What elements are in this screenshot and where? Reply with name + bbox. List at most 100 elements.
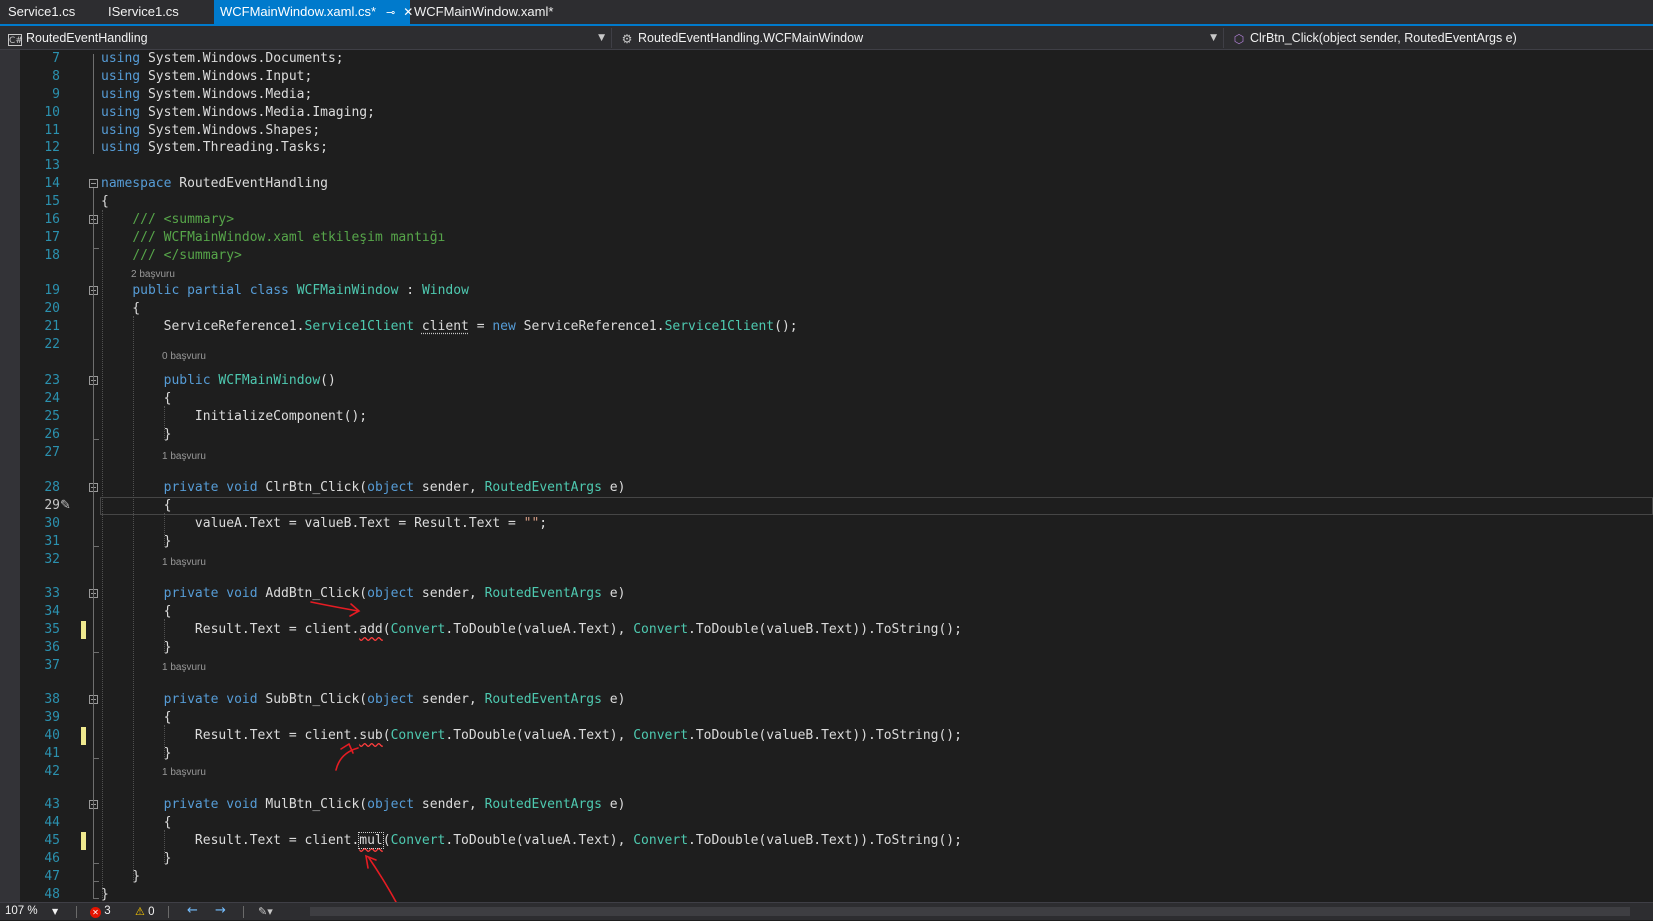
code-text: } bbox=[101, 868, 140, 886]
codelens-references[interactable]: 1 başvuru bbox=[162, 766, 206, 780]
type-dropdown[interactable]: ⚙ RoutedEventHandling.WCFMainWindow ▼ bbox=[614, 28, 1224, 48]
horizontal-scrollbar[interactable] bbox=[310, 907, 1630, 916]
code-text: /// <summary> bbox=[101, 211, 234, 229]
code-line[interactable]: 45 Result.Text = client.mul(Convert.ToDo… bbox=[0, 832, 1653, 850]
code-line[interactable]: 26 } bbox=[0, 426, 1653, 444]
warning-count[interactable]: ⚠ 0 bbox=[135, 903, 154, 921]
code-line[interactable]: 28 private void ClrBtn_Click(object send… bbox=[0, 479, 1653, 497]
codelens-references[interactable]: 2 başvuru bbox=[131, 268, 175, 282]
tab-wcfmainwindow-xaml[interactable]: WCFMainWindow.xaml* bbox=[408, 0, 559, 24]
tab-wcfmainwindow-xaml-cs[interactable]: WCFMainWindow.xaml.cs* ⊸ ✕ bbox=[214, 0, 413, 24]
code-token: = bbox=[468, 319, 493, 334]
codelens-references[interactable]: 1 başvuru bbox=[162, 450, 206, 464]
code-line[interactable]: 34 { bbox=[0, 603, 1653, 621]
code-line[interactable]: 31 } bbox=[0, 533, 1653, 551]
code-line[interactable]: 44 { bbox=[0, 814, 1653, 832]
line-number: 36 bbox=[44, 640, 60, 655]
code-line[interactable]: 48} bbox=[0, 886, 1653, 902]
codelens-references[interactable]: 1 başvuru bbox=[162, 556, 206, 570]
code-text: Result.Text = client.sub(Convert.ToDoubl… bbox=[101, 727, 962, 745]
navigate-forward-icon[interactable]: → bbox=[215, 902, 226, 919]
outline-bracket bbox=[93, 492, 94, 546]
code-line[interactable]: 21 ServiceReference1.Service1Client clie… bbox=[0, 318, 1653, 336]
line-number: 28 bbox=[44, 480, 60, 495]
code-cleanup-icon[interactable]: ✎▾ bbox=[258, 903, 273, 920]
code-line[interactable]: 20 { bbox=[0, 300, 1653, 318]
code-line[interactable]: 40 Result.Text = client.sub(Convert.ToDo… bbox=[0, 727, 1653, 745]
code-line[interactable]: 16 /// <summary> bbox=[0, 211, 1653, 229]
tab-label: IService1.cs bbox=[108, 4, 179, 19]
line-number: 16 bbox=[44, 212, 60, 227]
tab-service1-cs[interactable]: Service1.cs bbox=[2, 0, 81, 24]
code-line[interactable]: 39 { bbox=[0, 709, 1653, 727]
code-line[interactable]: 47 } bbox=[0, 868, 1653, 886]
code-line[interactable]: 38 private void SubBtn_Click(object send… bbox=[0, 691, 1653, 709]
code-line[interactable]: 14 namespace RoutedEventHandling bbox=[0, 175, 1653, 193]
code-line[interactable]: 41 } bbox=[0, 745, 1653, 763]
tab-iservice1-cs[interactable]: IService1.cs bbox=[102, 0, 185, 24]
error-count-value: 3 bbox=[104, 905, 111, 917]
code-token: public bbox=[163, 373, 211, 388]
outline-bracket bbox=[93, 385, 94, 439]
code-line[interactable]: 46 } bbox=[0, 850, 1653, 868]
code-token: e) bbox=[601, 586, 626, 601]
code-text: namespace RoutedEventHandling bbox=[101, 175, 328, 193]
code-editor[interactable]: 7 using System.Windows.Documents; 8 using S… bbox=[0, 50, 1653, 902]
code-line[interactable]: 23 public WCFMainWindow() bbox=[0, 372, 1653, 390]
code-line[interactable]: 36 } bbox=[0, 639, 1653, 657]
code-line[interactable]: 13 bbox=[0, 157, 1653, 175]
code-line[interactable]: 9 using System.Windows.Media; bbox=[0, 86, 1653, 104]
code-line[interactable]: 25 InitializeComponent(); bbox=[0, 408, 1653, 426]
code-token: : bbox=[398, 283, 422, 298]
tab-label: Service1.cs bbox=[8, 4, 76, 19]
code-token: mul bbox=[358, 832, 384, 849]
navigate-back-icon[interactable]: ← bbox=[187, 902, 198, 919]
code-line[interactable]: 29 ✎ { bbox=[0, 497, 1653, 515]
code-token: object bbox=[367, 797, 415, 812]
collapse-outline-icon[interactable] bbox=[89, 179, 98, 188]
code-line[interactable]: 24 { bbox=[0, 390, 1653, 408]
code-token: private bbox=[163, 586, 219, 601]
zoom-level[interactable]: 107 % bbox=[5, 903, 38, 920]
code-line[interactable]: 8 using System.Windows.Input; bbox=[0, 68, 1653, 86]
code-line[interactable]: 22 bbox=[0, 336, 1653, 354]
code-line[interactable]: 12 using System.Threading.Tasks; bbox=[0, 139, 1653, 157]
outline-bracket-end bbox=[93, 546, 99, 547]
code-line[interactable]: 19 public partial class WCFMainWindow : … bbox=[0, 282, 1653, 300]
project-dropdown[interactable]: C# RoutedEventHandling ▼ bbox=[2, 28, 612, 48]
code-line[interactable]: 37 bbox=[0, 657, 1653, 675]
code-line[interactable]: 11 using System.Windows.Shapes; bbox=[0, 122, 1653, 140]
pin-icon[interactable]: ⊸ bbox=[386, 7, 395, 19]
code-line[interactable]: 43 private void MulBtn_Click(object send… bbox=[0, 796, 1653, 814]
code-token: RoutedEventArgs bbox=[484, 692, 602, 707]
code-text: using System.Windows.Documents; bbox=[101, 50, 344, 68]
code-token: Convert bbox=[633, 622, 689, 637]
line-number: 46 bbox=[44, 851, 60, 866]
code-token: RoutedEventHandling bbox=[171, 176, 328, 191]
code-line[interactable]: 32 bbox=[0, 551, 1653, 569]
code-line[interactable]: 33 private void AddBtn_Click(object send… bbox=[0, 585, 1653, 603]
codelens-references[interactable]: 1 başvuru bbox=[162, 661, 206, 675]
code-line[interactable]: 35 Result.Text = client.add(Convert.ToDo… bbox=[0, 621, 1653, 639]
error-count[interactable]: ✕ 3 bbox=[90, 903, 111, 920]
code-line[interactable]: 17 /// WCFMainWindow.xaml etkileşim mant… bbox=[0, 229, 1653, 247]
member-dropdown[interactable]: ⬡ ClrBtn_Click(object sender, RoutedEvent… bbox=[1226, 28, 1651, 48]
code-line[interactable]: 18 /// </summary> bbox=[0, 247, 1653, 265]
code-line[interactable]: 27 bbox=[0, 444, 1653, 462]
code-line[interactable]: 7 using System.Windows.Documents; bbox=[0, 50, 1653, 68]
codelens-references[interactable]: 0 başvuru bbox=[162, 350, 206, 364]
code-line[interactable]: 15 { bbox=[0, 193, 1653, 211]
chevron-down-icon[interactable]: ▼ bbox=[52, 903, 58, 920]
quick-actions-icon[interactable]: ✎ bbox=[60, 497, 78, 515]
code-line[interactable]: 30 valueA.Text = valueB.Text = Result.Te… bbox=[0, 515, 1653, 533]
line-number: 33 bbox=[44, 586, 60, 601]
divider bbox=[243, 906, 244, 918]
code-token: object bbox=[367, 692, 415, 707]
code-line[interactable]: 10 using System.Windows.Media.Imaging; bbox=[0, 104, 1653, 122]
code-token: System.Windows.Media.Imaging; bbox=[140, 105, 375, 120]
code-text: valueA.Text = valueB.Text = Result.Text … bbox=[101, 515, 547, 533]
code-text: private void AddBtn_Click(object sender,… bbox=[101, 585, 626, 603]
code-line[interactable]: 42 bbox=[0, 763, 1653, 781]
